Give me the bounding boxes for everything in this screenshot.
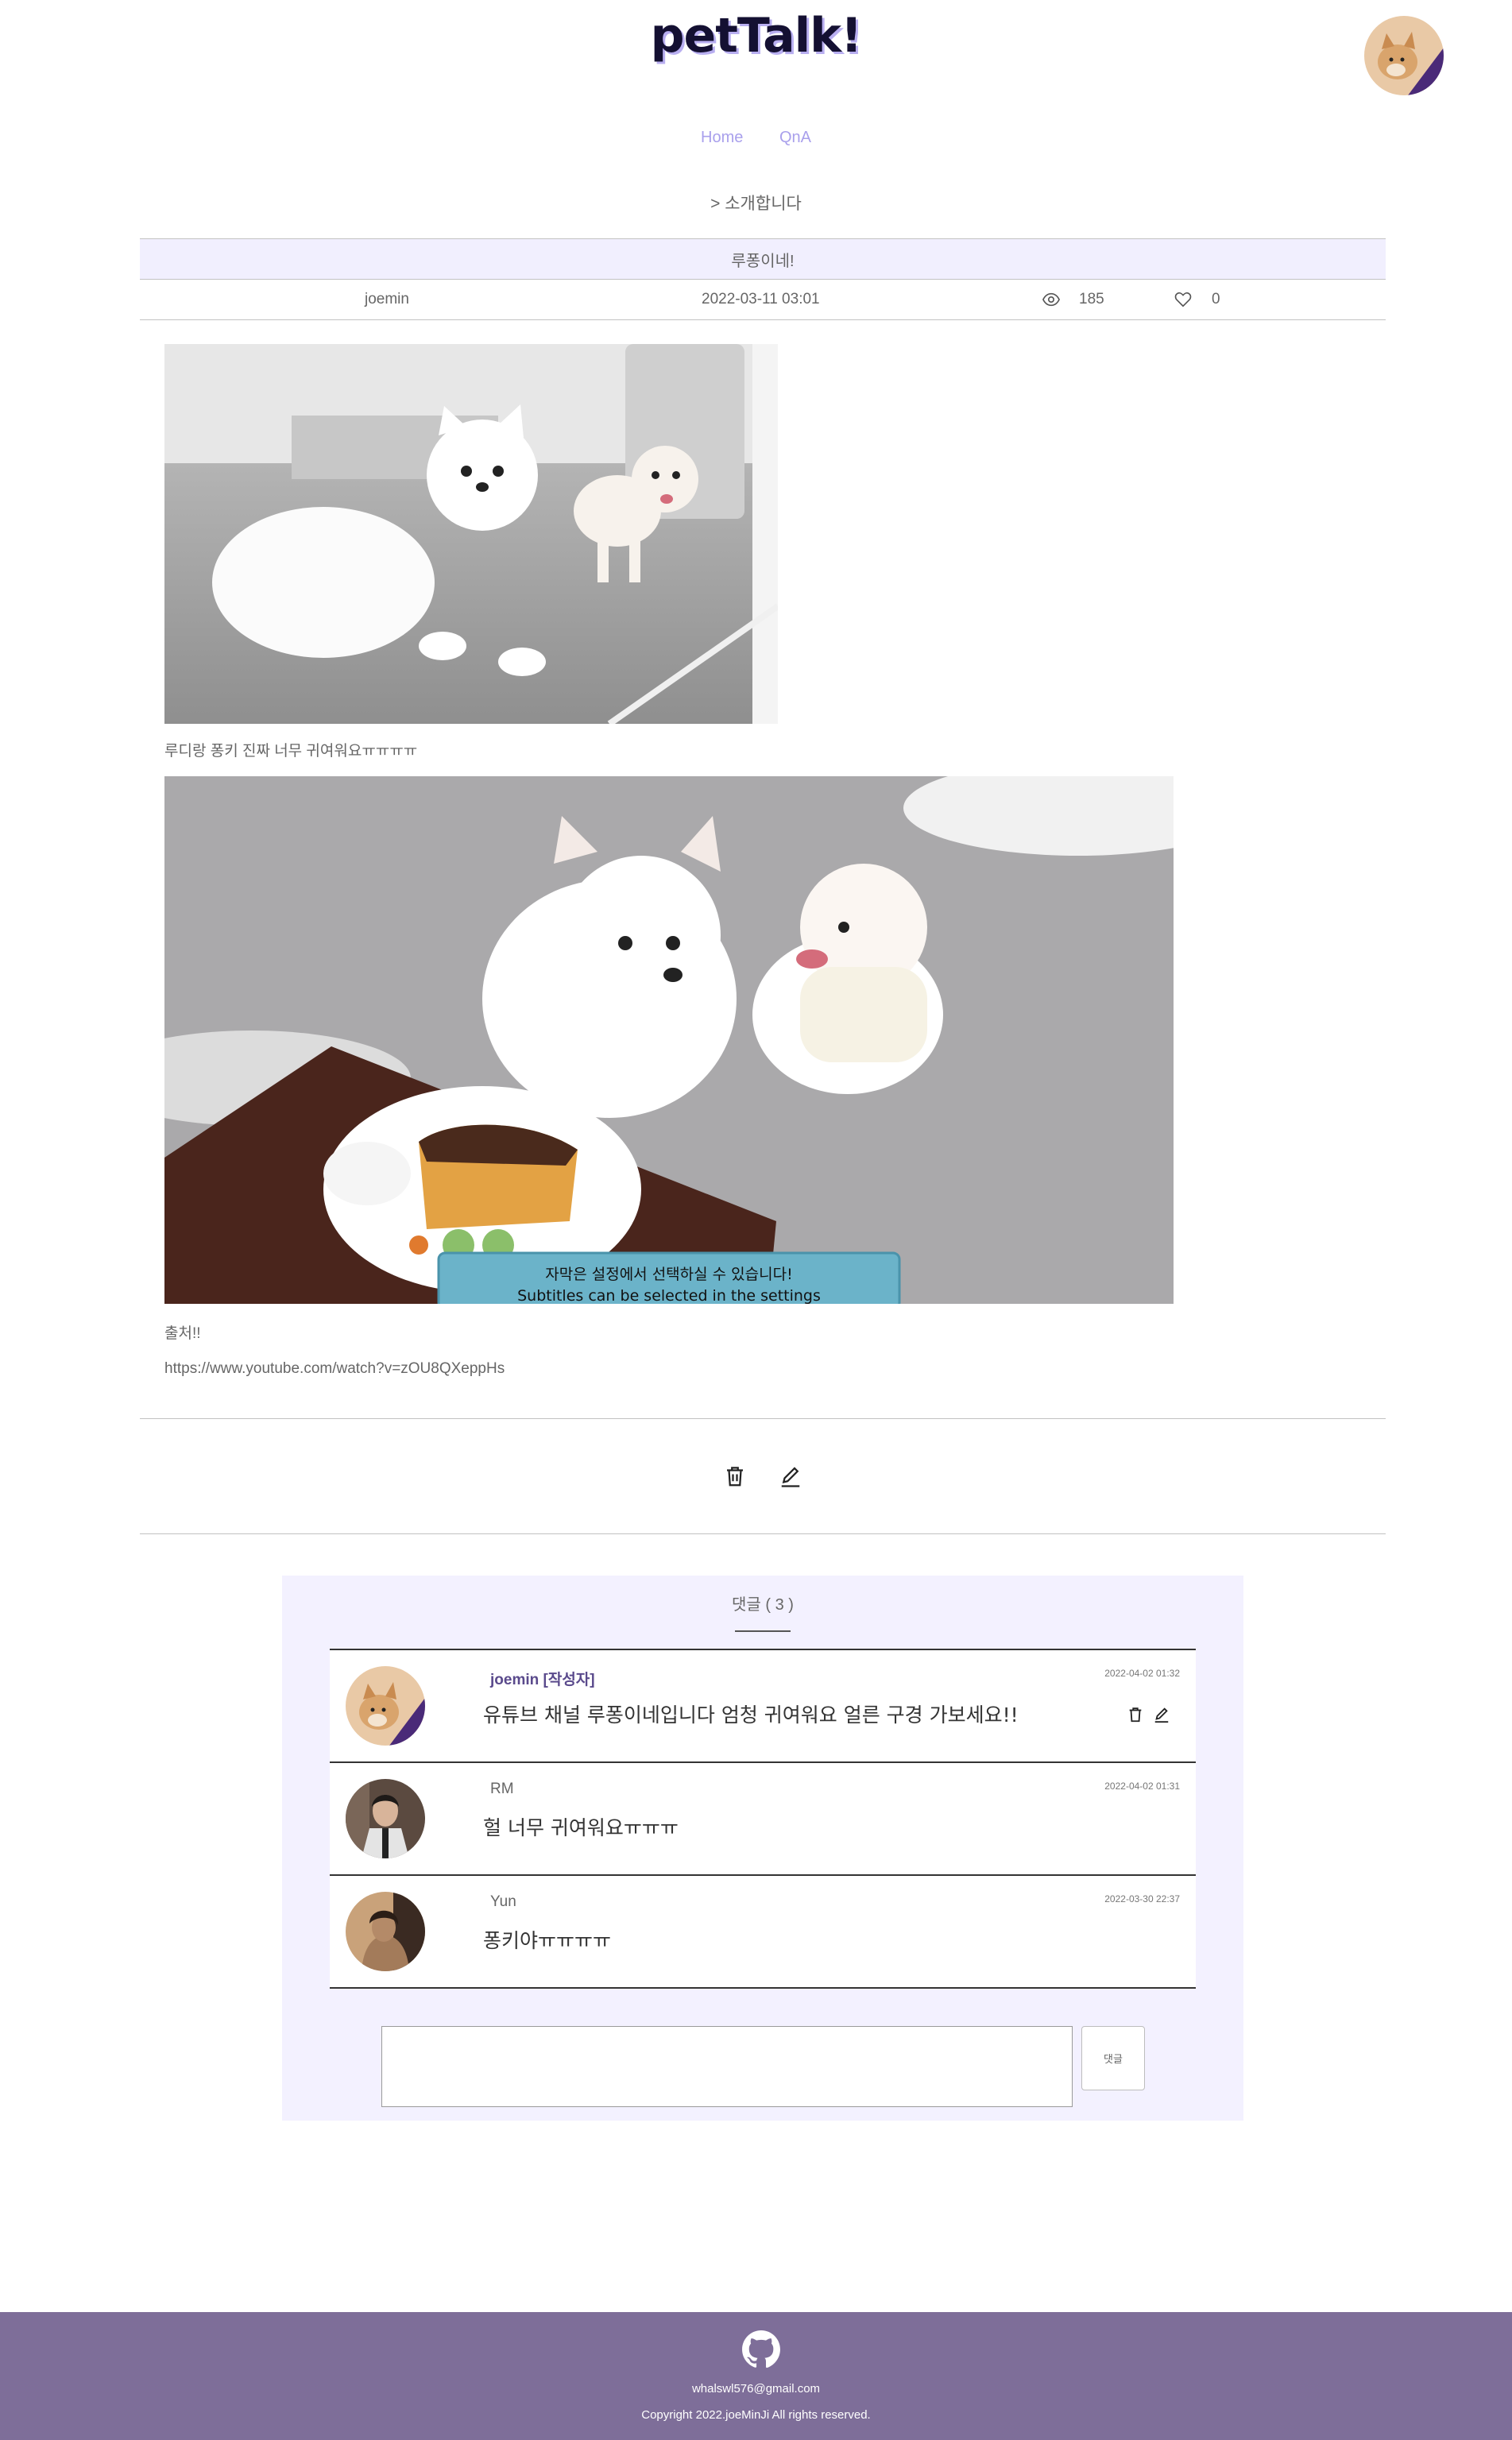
comment-author: Yun: [490, 1893, 516, 1910]
avatar: [346, 1892, 425, 1971]
comment-author: RM: [490, 1781, 514, 1797]
footer: whalswl576@gmail.com Copyright 2022.joeM…: [0, 2312, 1512, 2440]
main-nav: Home QnA: [0, 129, 1512, 147]
comment-edit-icon[interactable]: [1153, 1706, 1170, 1723]
post-meta-row: joemin 2022-03-11 03:01 185 0: [140, 280, 1386, 320]
comment-text: 헐 너무 귀여워요ㅠㅠㅠ: [483, 1816, 679, 1839]
footer-copyright: Copyright 2022.joeMinJi All rights reser…: [641, 2408, 871, 2422]
nav-qna-link[interactable]: QnA: [779, 129, 811, 146]
comment-submit-button[interactable]: 댓글: [1081, 2026, 1145, 2090]
post-caption: 루디랑 퐁키 진짜 너무 귀여워요ㅠㅠㅠㅠ: [164, 743, 418, 760]
comment-author: joemin [작성자]: [490, 1672, 595, 1688]
breadcrumb: > 소개합니다: [710, 195, 802, 213]
comment-text: 퐁키야ㅠㅠㅠㅠ: [483, 1929, 612, 1952]
comment-text: 유튜브 채널 루퐁이네입니다 엄청 귀여워요 얼른 구경 가보세요!!: [483, 1703, 1019, 1727]
comment-date: 2022-03-30 22:37: [1104, 1893, 1180, 1904]
comment-trash-icon[interactable]: [1127, 1706, 1144, 1723]
site-logo[interactable]: petTalk!: [0, 8, 1512, 64]
user-profile-avatar[interactable]: [1364, 16, 1444, 95]
github-icon[interactable]: [741, 2330, 781, 2369]
comment-item: RM 헐 너무 귀여워요ㅠㅠㅠ 2022-04-02 01:31: [330, 1761, 1196, 1874]
post-source-label: 출처!!: [164, 1325, 201, 1342]
post-date: 2022-03-11 03:01: [702, 291, 820, 307]
post-like-count: 0: [1212, 291, 1220, 307]
comment-section: 댓글 ( 3 ) joemin [작성자] 유튜브 채널 루퐁이네입니다 엄청 …: [282, 1576, 1243, 2121]
comment-date: 2022-04-02 01:32: [1104, 1668, 1180, 1679]
post-view-count: 185: [1079, 291, 1104, 307]
content-divider: [140, 1418, 1386, 1419]
edit-icon[interactable]: [779, 1464, 802, 1488]
video-subtitle-ko: 자막은 설정에서 선택하실 수 있습니다!: [545, 1266, 792, 1283]
trash-icon[interactable]: [723, 1464, 747, 1488]
avatar: [346, 1666, 425, 1746]
comment-input[interactable]: [381, 2026, 1073, 2107]
avatar: [346, 1779, 425, 1858]
comment-item: Yun 퐁키야ㅠㅠㅠㅠ 2022-03-30 22:37: [330, 1874, 1196, 1989]
post-title: 루퐁이네!: [140, 238, 1386, 280]
comment-item: joemin [작성자] 유튜브 채널 루퐁이네입니다 엄청 귀여워요 얼른 구…: [330, 1649, 1196, 1761]
footer-email: whalswl576@gmail.com: [691, 2382, 821, 2396]
comment-list: joemin [작성자] 유튜브 채널 루퐁이네입니다 엄청 귀여워요 얼른 구…: [330, 1649, 1196, 1989]
video-subtitle-en: Subtitles can be selected in the setting…: [517, 1287, 821, 1304]
nav-home-link[interactable]: Home: [701, 129, 743, 146]
eye-icon: [1042, 292, 1060, 307]
post-image-dogs: [164, 344, 778, 724]
comment-title-underline: [735, 1630, 791, 1632]
post-source-url: https://www.youtube.com/watch?v=zOU8QXep…: [164, 1360, 505, 1377]
heart-icon[interactable]: [1174, 291, 1192, 308]
post-author: joemin: [365, 291, 409, 307]
comment-date: 2022-04-02 01:31: [1104, 1781, 1180, 1792]
actions-divider: [140, 1533, 1386, 1534]
comment-count-title: 댓글 ( 3 ): [732, 1596, 794, 1614]
post-video-thumbnail[interactable]: 자막은 설정에서 선택하실 수 있습니다! Subtitles can be s…: [164, 776, 1174, 1304]
